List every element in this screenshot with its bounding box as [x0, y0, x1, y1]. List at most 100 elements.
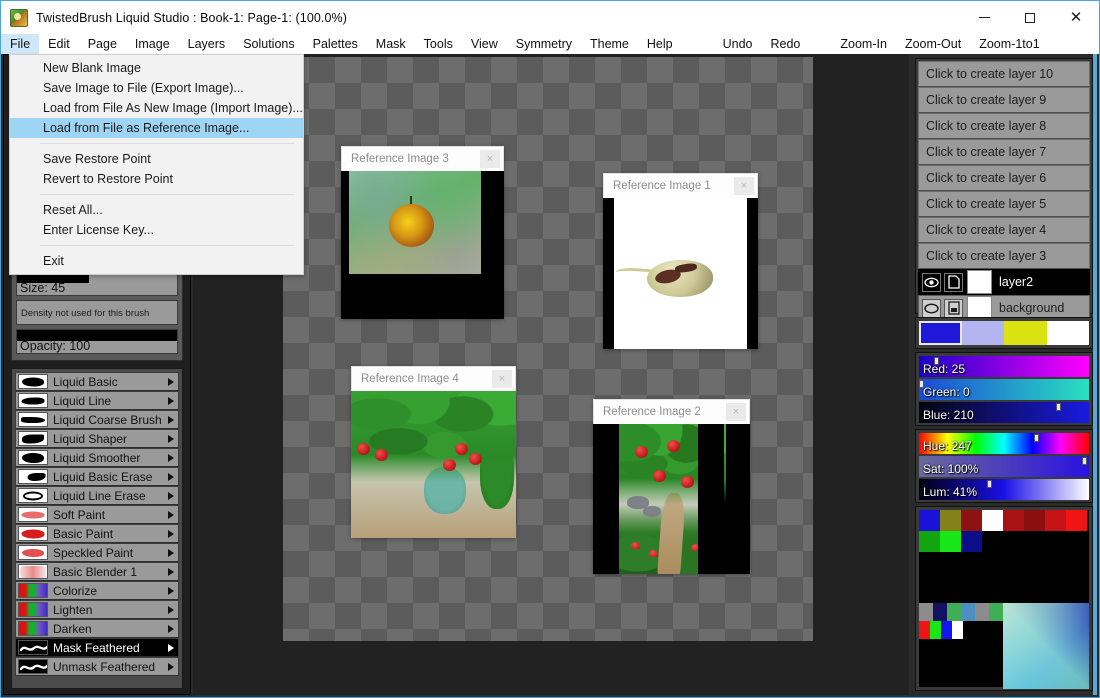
create-layer-slot-7[interactable]: Click to create layer 3 [918, 243, 1090, 269]
palette-swatch[interactable] [961, 510, 982, 531]
menu-zoom-1to1[interactable]: Zoom-1to1 [970, 34, 1048, 54]
color-slider-knob[interactable] [986, 480, 992, 488]
chevron-right-icon[interactable] [168, 567, 174, 576]
menu-symmetry[interactable]: Symmetry [507, 34, 581, 54]
create-layer-slot-5[interactable]: Click to create layer 5 [918, 191, 1090, 217]
create-layer-slot-3[interactable]: Click to create layer 7 [918, 139, 1090, 165]
layer-thumbnail[interactable] [967, 270, 992, 294]
file-menu-item-4[interactable]: Save Restore Point [10, 149, 303, 169]
brush-item-darken[interactable]: Darken [15, 619, 179, 638]
color-slider-sat[interactable]: Sat: 100% [919, 456, 1089, 477]
menu-mask[interactable]: Mask [367, 34, 415, 54]
menu-page[interactable]: Page [79, 34, 126, 54]
chevron-right-icon[interactable] [168, 605, 174, 614]
brush-item-speckled-paint[interactable]: Speckled Paint [15, 543, 179, 562]
chevron-right-icon[interactable] [168, 586, 174, 595]
palette-swatch[interactable] [961, 603, 975, 621]
palette-gradient-patch[interactable] [1003, 603, 1089, 689]
menu-zoom-out[interactable]: Zoom-Out [896, 34, 970, 54]
palette-grid[interactable] [919, 510, 1089, 689]
create-layer-slot-6[interactable]: Click to create layer 4 [918, 217, 1090, 243]
chevron-right-icon[interactable] [168, 510, 174, 519]
brush-item-liquid-line-erase[interactable]: Liquid Line Erase [15, 486, 179, 505]
close-icon[interactable]: × [480, 150, 500, 168]
brush-item-lighten[interactable]: Lighten [15, 600, 179, 619]
color-slider-blue[interactable]: Blue: 210 [919, 402, 1089, 423]
palette-swatch[interactable] [947, 603, 961, 621]
create-layer-slot-2[interactable]: Click to create layer 8 [918, 113, 1090, 139]
brush-item-unmask-feathered[interactable]: Unmask Feathered [15, 657, 179, 676]
brush-item-basic-paint[interactable]: Basic Paint [15, 524, 179, 543]
menu-palettes[interactable]: Palettes [304, 34, 367, 54]
menu-theme[interactable]: Theme [581, 34, 638, 54]
palette-swatch[interactable] [952, 621, 963, 639]
chevron-right-icon[interactable] [168, 491, 174, 500]
minimize-button[interactable] [961, 2, 1007, 34]
menu-image[interactable]: Image [126, 34, 179, 54]
menu-layers[interactable]: Layers [179, 34, 235, 54]
palette-swatch[interactable] [975, 603, 989, 621]
menu-view[interactable]: View [462, 34, 507, 54]
eye-icon[interactable] [922, 272, 941, 292]
brush-item-mask-feathered[interactable]: Mask Feathered [15, 638, 179, 657]
menu-edit[interactable]: Edit [39, 34, 79, 54]
palette-swatch[interactable] [930, 621, 941, 639]
brush-item-liquid-smoother[interactable]: Liquid Smoother [15, 448, 179, 467]
color-swatch-2[interactable] [1004, 321, 1047, 345]
create-layer-slot-1[interactable]: Click to create layer 9 [918, 87, 1090, 113]
file-dropdown-menu[interactable]: New Blank Image Save Image to File (Expor… [9, 54, 304, 275]
chevron-right-icon[interactable] [168, 548, 174, 557]
palette-swatch[interactable] [1066, 510, 1087, 531]
file-menu-item-0[interactable]: New Blank Image [10, 58, 303, 78]
palette-swatch[interactable] [982, 510, 1003, 531]
right-edge-scrollbar[interactable] [1093, 54, 1097, 695]
menu-tools[interactable]: Tools [415, 34, 462, 54]
menu-help[interactable]: Help [638, 34, 682, 54]
half-page-icon[interactable] [944, 298, 963, 318]
chevron-right-icon[interactable] [168, 472, 174, 481]
palette-swatch[interactable] [941, 621, 952, 639]
brush-item-liquid-coarse-brush[interactable]: Liquid Coarse Brush [15, 410, 179, 429]
chevron-right-icon[interactable] [168, 434, 174, 443]
file-menu-item-2[interactable]: Load from File As New Image (Import Imag… [10, 98, 303, 118]
brush-item-liquid-shaper[interactable]: Liquid Shaper [15, 429, 179, 448]
color-swatch-0[interactable] [919, 321, 962, 345]
color-slider-knob[interactable] [1034, 434, 1040, 442]
file-menu-item-5[interactable]: Revert to Restore Point [10, 169, 303, 189]
close-icon[interactable]: × [492, 370, 512, 388]
color-slider-green[interactable]: Green: 0 [919, 379, 1089, 400]
color-slider-red[interactable]: Red: 25 [919, 356, 1089, 377]
chevron-right-icon[interactable] [168, 624, 174, 633]
file-menu-item-6[interactable]: Reset All... [10, 200, 303, 220]
color-swatch-1[interactable] [961, 321, 1004, 345]
maximize-button[interactable] [1007, 2, 1053, 34]
brush-item-liquid-line[interactable]: Liquid Line [15, 391, 179, 410]
color-slider-knob[interactable] [1056, 403, 1062, 411]
palette-swatch[interactable] [919, 531, 940, 552]
close-icon[interactable]: × [734, 177, 754, 195]
layer-row-layer2[interactable]: layer2 [918, 269, 1090, 295]
file-menu-item-3[interactable]: Load from File as Reference Image... [10, 118, 303, 138]
chevron-right-icon[interactable] [168, 529, 174, 538]
file-menu-item-7[interactable]: Enter License Key... [10, 220, 303, 240]
reference-window-4-titlebar[interactable]: Reference Image 4 × [351, 366, 516, 391]
menu-file[interactable]: File [1, 34, 40, 54]
palette-swatch[interactable] [940, 510, 961, 531]
file-menu-item-1[interactable]: Save Image to File (Export Image)... [10, 78, 303, 98]
create-layer-slot-4[interactable]: Click to create layer 6 [918, 165, 1090, 191]
file-menu-item-8[interactable]: Exit [10, 251, 303, 271]
page-icon[interactable] [944, 272, 963, 292]
reference-window-1-titlebar[interactable]: Reference Image 1 × [603, 173, 758, 198]
reference-window-3[interactable]: Reference Image 3 × [341, 146, 504, 319]
ellipse-icon[interactable] [922, 298, 941, 318]
palette-swatch[interactable] [1024, 510, 1045, 531]
color-swatch-3[interactable] [1046, 321, 1089, 345]
chevron-right-icon[interactable] [168, 396, 174, 405]
brush-item-soft-paint[interactable]: Soft Paint [15, 505, 179, 524]
brush-item-basic-blender-1[interactable]: Basic Blender 1 [15, 562, 179, 581]
palette-swatch[interactable] [940, 531, 961, 552]
palette-swatch[interactable] [919, 621, 930, 639]
color-slider-knob[interactable] [1081, 457, 1087, 465]
palette-swatch[interactable] [1045, 510, 1066, 531]
menu-redo[interactable]: Redo [762, 34, 810, 54]
